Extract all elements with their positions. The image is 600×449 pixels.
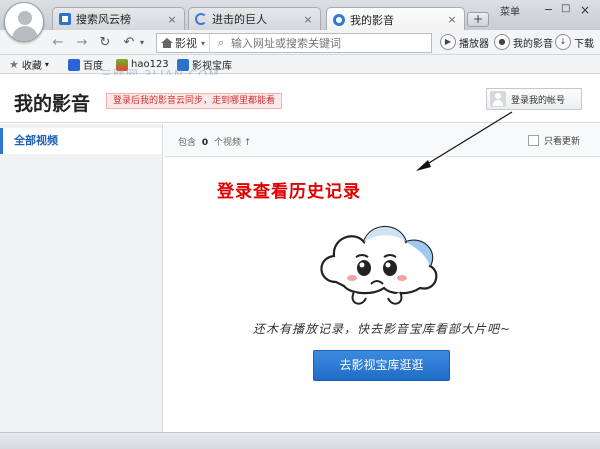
close-icon[interactable]: × — [446, 13, 458, 26]
address-bar[interactable]: 影视 ▾ ⌕ — [156, 33, 432, 53]
sad-cloud-icon — [320, 226, 438, 305]
avatar-body-shape — [12, 26, 38, 41]
chevron-down-icon[interactable]: ▾ — [134, 35, 150, 51]
media-icon — [333, 13, 345, 26]
my-media-label: 我的影音 — [513, 38, 553, 50]
login-history-prompt: 登录查看历史记录 — [217, 182, 361, 202]
address-input[interactable] — [228, 36, 431, 50]
loading-spinner-icon — [195, 13, 207, 25]
film-icon — [59, 13, 71, 25]
avatar-head-shape — [18, 11, 32, 25]
sync-notice[interactable]: 登录后我的影音云同步，走到哪里都能看 — [106, 93, 283, 109]
tab-attack-on-titan[interactable]: 进击的巨人 × — [188, 7, 321, 30]
only-updates-checkbox[interactable] — [528, 135, 539, 146]
favorites-label: 收藏 — [21, 61, 42, 72]
video-count: 包含 0 个视频 ↑ — [178, 135, 251, 148]
download-button[interactable]: ↓ 下载 — [555, 34, 594, 50]
status-bar — [0, 432, 600, 449]
chevron-down-icon: ▾ — [44, 60, 49, 69]
forward-button[interactable]: → — [74, 35, 90, 51]
home-icon — [161, 38, 173, 48]
count-prefix: 包含 — [178, 138, 197, 148]
favorites-menu[interactable]: ★ 收藏 ▾ — [9, 57, 49, 72]
page-title: 我的影音 — [14, 93, 91, 115]
bookmarks-bar: ★ 收藏 ▾ 百度 hao123 影视宝库 — [0, 55, 600, 74]
tab-my-media[interactable]: 我的影音 × — [326, 7, 465, 31]
sidebar-item-all-videos[interactable]: 全部视频 — [0, 128, 162, 154]
page-header: 我的影音 登录后我的影音云同步，走到哪里都能看 登录我的帐号 — [0, 75, 600, 123]
close-icon[interactable]: × — [166, 13, 178, 26]
back-button[interactable]: ← — [50, 35, 66, 51]
main-content: 包含 0 个视频 ↑ 只看更新 登录查看历史记录 还木有播放记录，快去影音宝库看… — [164, 124, 600, 432]
login-button-label: 登录我的帐号 — [511, 95, 566, 106]
sidebar: 全部视频 — [0, 124, 163, 432]
tab-search-ranking[interactable]: 搜索风云榜 × — [52, 7, 185, 30]
play-icon: ▶ — [440, 34, 456, 50]
search-icon: ⌕ — [217, 36, 225, 49]
site-label: 影视 — [175, 37, 197, 50]
minimize-button[interactable]: − — [544, 3, 553, 16]
login-button[interactable]: 登录我的帐号 — [486, 88, 582, 110]
only-updates-toggle[interactable]: 只看更新 — [528, 134, 580, 147]
count-value: 0 — [201, 138, 209, 148]
maximize-button[interactable]: □ — [561, 3, 570, 14]
tab-label: 我的影音 — [350, 13, 394, 27]
close-window-button[interactable]: × — [580, 3, 590, 17]
site-selector[interactable]: 影视 ▾ — [157, 34, 211, 52]
bookmark-baidu[interactable]: 百度 — [68, 57, 103, 72]
user-avatar[interactable] — [4, 2, 44, 42]
download-icon: ↓ — [555, 34, 571, 50]
count-suffix: 个视频 — [214, 138, 242, 148]
player-label: 播放器 — [459, 38, 489, 50]
cloud-icon: ● — [494, 34, 510, 50]
user-icon — [490, 91, 506, 107]
player-button[interactable]: ▶ 播放器 — [440, 34, 489, 50]
empty-history-message: 还木有播放记录，快去影音宝库看部大片吧~ — [252, 322, 512, 336]
go-to-film-library-button[interactable]: 去影视宝库逛逛 — [313, 350, 450, 381]
tab-label: 搜索风云榜 — [76, 13, 131, 26]
tab-label: 进击的巨人 — [212, 13, 267, 26]
my-media-button[interactable]: ● 我的影音 — [494, 34, 553, 50]
close-icon[interactable]: × — [302, 13, 314, 26]
navigation-bar: ← → ↻ ↶ ▾ 影视 ▾ ⌕ ▶ 播放器 ● 我的影音 ↓ 下载 — [0, 30, 600, 55]
only-updates-label: 只看更新 — [544, 137, 581, 147]
menu-button[interactable]: 菜单 — [500, 3, 520, 18]
download-label: 下载 — [574, 38, 594, 50]
content-toolbar: 包含 0 个视频 ↑ 只看更新 — [164, 124, 600, 157]
sort-icon[interactable]: ↑ — [244, 138, 252, 148]
star-icon: ★ — [9, 58, 19, 71]
new-tab-button[interactable]: + — [467, 12, 489, 27]
chevron-down-icon: ▾ — [201, 38, 206, 48]
baidu-paw-icon — [68, 58, 80, 71]
refresh-button[interactable]: ↻ — [97, 35, 113, 51]
